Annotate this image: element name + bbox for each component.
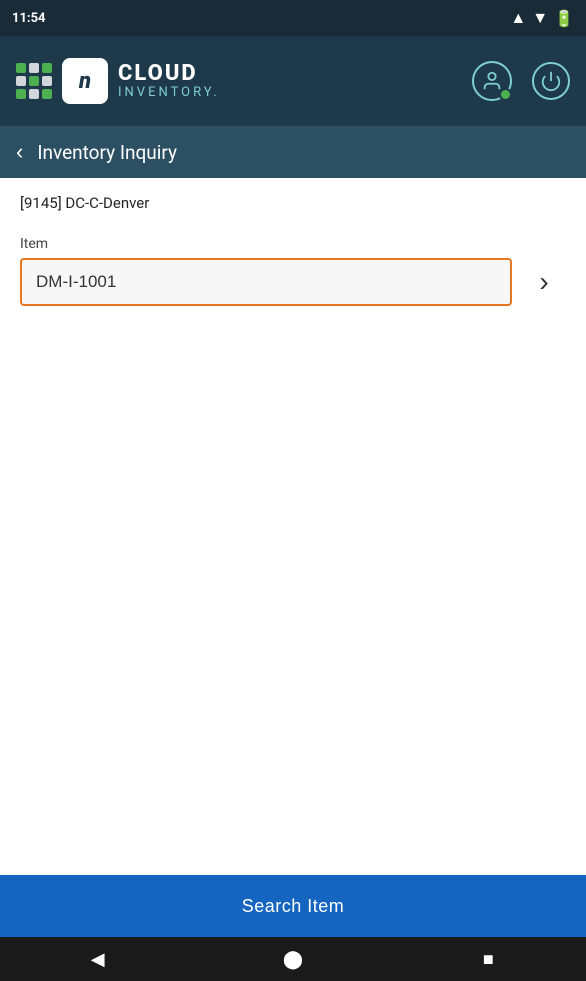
location-label: [9145] DC-C-Denver — [20, 194, 566, 212]
power-button[interactable] — [532, 62, 570, 100]
power-svg — [540, 70, 562, 92]
item-input[interactable] — [20, 258, 512, 306]
battery-icon: 🔋 — [554, 9, 574, 28]
grid-dot — [29, 63, 39, 73]
search-item-button[interactable]: Search Item — [0, 875, 586, 937]
logo-inventory-text: INVENTORY. — [118, 86, 220, 100]
bottom-home-button[interactable]: ⬤ — [263, 937, 323, 981]
item-arrow-button[interactable]: › — [522, 260, 566, 304]
grid-dot — [42, 63, 52, 73]
bottom-back-icon: ◀ — [91, 949, 105, 970]
signal-icon: ▼ — [532, 8, 548, 28]
back-button[interactable]: ‹ — [16, 141, 23, 163]
grid-dot — [42, 76, 52, 86]
header-left: n CLOUD INVENTORY. — [16, 58, 220, 104]
logo-cloud-text: CLOUD — [118, 62, 220, 86]
page-title: Inventory Inquiry — [37, 141, 177, 164]
grid-menu-icon[interactable] — [16, 63, 52, 99]
user-profile-button[interactable] — [472, 61, 512, 101]
grid-dot — [16, 76, 26, 86]
grid-dot — [42, 89, 52, 99]
item-field-label: Item — [20, 236, 566, 252]
grid-dot — [29, 76, 39, 86]
item-row: › — [20, 258, 566, 306]
bottom-nav: ◀ ⬤ ■ — [0, 937, 586, 981]
grid-dot — [16, 63, 26, 73]
main-content: [9145] DC-C-Denver Item › — [0, 178, 586, 875]
bottom-recent-icon: ■ — [483, 949, 494, 970]
bottom-recent-button[interactable]: ■ — [458, 937, 518, 981]
wifi-icon: ▲ — [510, 8, 526, 28]
time-label: 11:54 — [12, 11, 46, 26]
user-svg — [481, 70, 503, 92]
bottom-home-icon: ⬤ — [283, 949, 303, 970]
app-header: n CLOUD INVENTORY. — [0, 36, 586, 126]
logo-text: CLOUD INVENTORY. — [118, 62, 220, 100]
status-bar: 11:54 ▲ ▼ 🔋 — [0, 0, 586, 36]
nav-bar: ‹ Inventory Inquiry — [0, 126, 586, 178]
arrow-right-icon: › — [539, 266, 548, 298]
logo-box: n — [62, 58, 108, 104]
header-right — [472, 61, 570, 101]
grid-dot — [29, 89, 39, 99]
logo-letter: n — [79, 69, 91, 94]
bottom-back-button[interactable]: ◀ — [68, 937, 128, 981]
status-icons: ▲ ▼ 🔋 — [510, 8, 574, 28]
back-icon: ‹ — [16, 139, 23, 164]
search-button-label: Search Item — [242, 896, 345, 917]
grid-dot — [16, 89, 26, 99]
online-status-dot — [499, 88, 512, 101]
